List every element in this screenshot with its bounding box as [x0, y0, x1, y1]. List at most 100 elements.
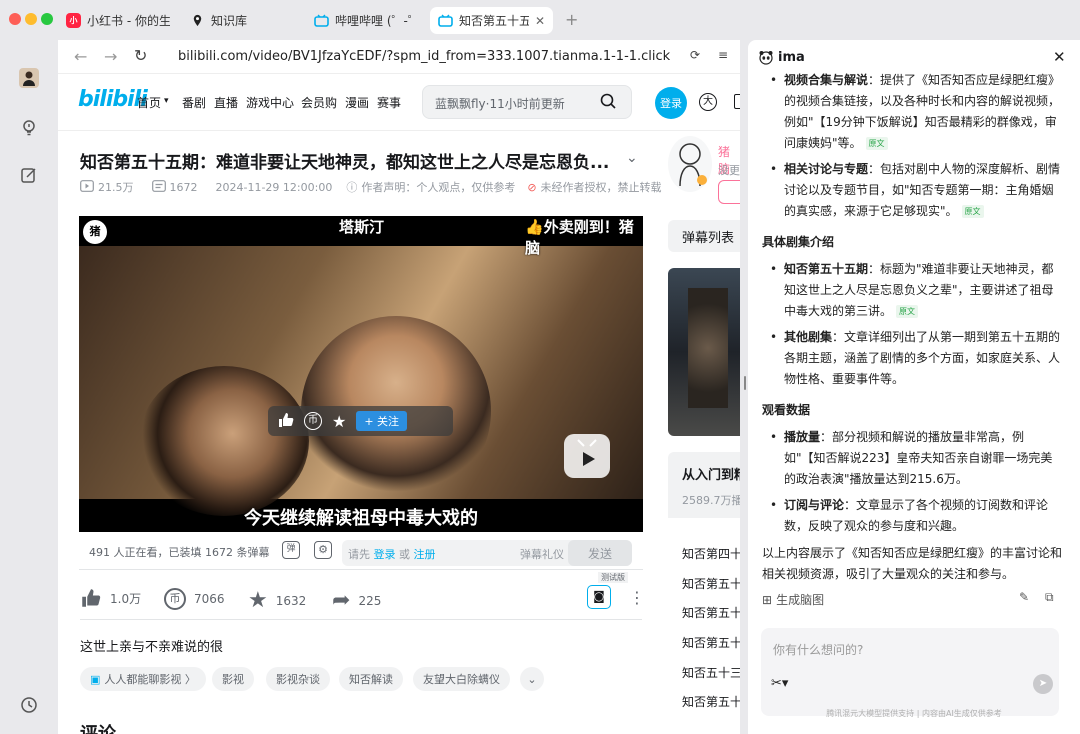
danmaku-list-toggle[interactable]: 弹幕列表: [668, 220, 740, 252]
ai-assistant-icon[interactable]: ◙: [587, 585, 611, 609]
episode-item[interactable]: 知否五十三: [682, 664, 740, 681]
window-titlebar: 小 小红书 - 你的生活指南 知识库 哔哩哔哩 (゜-゜)つロ 知否第五十五期 …: [0, 0, 1080, 40]
nav-mall[interactable]: 会员购: [301, 94, 337, 111]
series-card[interactable]: 从入门到精通 2589.7万播: [668, 452, 740, 518]
nav-manga[interactable]: 漫画: [345, 94, 369, 111]
tag-label: 影视杂谈: [276, 673, 320, 686]
zoom-window-button[interactable]: [41, 13, 53, 25]
refresh-sync-icon[interactable]: ⟳: [690, 48, 700, 62]
tab-knowledge-base[interactable]: 知识库: [182, 7, 302, 34]
favorite-count: 1632: [275, 593, 307, 608]
tag[interactable]: 影视: [212, 667, 254, 691]
divider: [80, 619, 642, 620]
close-window-button[interactable]: [9, 13, 21, 25]
new-tab-button[interactable]: +: [565, 10, 578, 29]
follow-button[interactable]: + 关注: [356, 411, 408, 431]
author-statement: 作者声明：个人观点，仅供参考: [361, 181, 516, 194]
scissors-icon[interactable]: ✂▾: [771, 676, 788, 691]
star-icon[interactable]: ★: [332, 412, 346, 431]
close-panel-icon[interactable]: ✕: [1053, 48, 1066, 66]
close-tab-icon[interactable]: ✕: [535, 14, 545, 28]
nav-live[interactable]: 直播: [214, 94, 238, 111]
episode-item[interactable]: 知否第五十: [682, 693, 740, 710]
copy-icon[interactable]: ⧉: [1045, 590, 1054, 605]
nav-game-center[interactable]: 游戏中心: [246, 94, 294, 111]
nav-bangumi[interactable]: 番剧: [182, 94, 206, 111]
video-player[interactable]: 猪 塔斯汀 👍外卖刚到！猪脑 币 ★ + 关注 今天继续解读祖母中毒大戏的: [79, 216, 643, 532]
edit-icon[interactable]: ✎: [1019, 590, 1029, 604]
coin-icon[interactable]: 币: [304, 412, 322, 430]
bilibili-tv-play-icon[interactable]: [564, 434, 610, 478]
tab-bilibili-home[interactable]: 哔哩哔哩 (゜-゜)つロ: [306, 7, 426, 34]
episode-item[interactable]: 知否第四十: [682, 545, 740, 562]
video-description: 这世上亲与不亲难说的很: [80, 640, 224, 655]
chevron-down-icon[interactable]: ▾: [164, 96, 169, 106]
lightbulb-icon[interactable]: [19, 118, 39, 138]
ad-thumbnail[interactable]: [668, 268, 740, 436]
tab-label: 哔哩哔哩 (゜-゜)つロ: [335, 14, 418, 28]
episode-item[interactable]: 知否第五十: [682, 604, 740, 621]
hint-text: 请先: [348, 548, 370, 561]
bullet-label: 知否第五十五期: [784, 262, 869, 276]
publish-date: 2024-11-29 12:00:00: [215, 180, 333, 194]
nav-home[interactable]: 首页: [137, 94, 161, 111]
like-count: 1.0万: [110, 591, 142, 606]
browser-viewport: ← → ↻ bilibili.com/video/BV1JfzaYcEDF/?s…: [58, 40, 740, 734]
url-field[interactable]: bilibili.com/video/BV1JfzaYcEDF/?spm_id_…: [178, 49, 670, 64]
favorite-action[interactable]: ★ 1632: [248, 588, 306, 613]
ima-question-input[interactable]: 你有什么想问的? ✂▾ ➤: [761, 628, 1059, 716]
source-tag[interactable]: 原文: [896, 305, 919, 318]
tag-label: 影视: [222, 673, 244, 686]
episode-item[interactable]: 知否第五十: [682, 575, 740, 592]
episode-item[interactable]: 知否第五十: [682, 634, 740, 651]
chevron-down-icon[interactable]: ⌄: [626, 150, 638, 166]
tab-xiaohongshu[interactable]: 小 小红书 - 你的生活指南: [58, 7, 178, 34]
tag[interactable]: 影视杂谈: [266, 667, 330, 691]
reader-mode-icon[interactable]: ≡: [718, 48, 728, 62]
answer-bullet: 视频合集与解说：提供了《知否知否应是绿肥红瘦》的视频合集链接，以及各种时长和内容…: [762, 70, 1062, 154]
like-action[interactable]: 1.0万: [80, 588, 141, 608]
mindmap-icon: ⊞: [762, 592, 773, 607]
history-clock-icon[interactable]: [19, 695, 39, 715]
danmaku-text: 👍外卖刚到！猪脑: [525, 216, 643, 258]
minimize-window-button[interactable]: [25, 13, 37, 25]
login-button[interactable]: 登录: [655, 87, 687, 119]
charge-button[interactable]: [718, 180, 740, 204]
answer-summary: 以上内容展示了《知否知否应是绿肥红瘦》的丰富讨论和相关视频资源，吸引了大量观众的…: [762, 546, 1063, 581]
danmaku-toggle-icon[interactable]: 弹: [282, 541, 300, 559]
star-icon: ★: [248, 588, 268, 613]
search-icon[interactable]: [599, 92, 617, 113]
edit-note-icon[interactable]: [19, 165, 39, 185]
like-icon[interactable]: [278, 412, 294, 431]
search-input[interactable]: 蓝飘飘fly·11小时前更新: [422, 85, 632, 119]
resize-handle[interactable]: [744, 376, 746, 390]
avatar[interactable]: [19, 68, 39, 88]
register-link[interactable]: 注册: [414, 548, 436, 561]
source-tag[interactable]: 原文: [961, 205, 984, 218]
forward-arrow-icon[interactable]: →: [104, 47, 117, 66]
expand-tags-button[interactable]: ⌄: [520, 667, 544, 691]
tag[interactable]: 友望大白除螨仪: [413, 667, 510, 691]
danmaku-settings-icon[interactable]: ⚙: [314, 541, 332, 559]
login-link[interactable]: 登录: [374, 548, 396, 561]
send-danmaku-button[interactable]: 发送: [568, 540, 632, 566]
membership-icon[interactable]: 大: [699, 93, 717, 111]
back-arrow-icon[interactable]: ←: [74, 47, 87, 66]
source-tag[interactable]: 原文: [865, 137, 888, 150]
tag[interactable]: 知否解读: [339, 667, 403, 691]
up-avatar[interactable]: [668, 136, 712, 192]
tag-channel[interactable]: ▣ 人人都能聊影视 〉: [80, 667, 206, 691]
video-title: 知否第五十五期：难道非要让天地神灵，都知这世上之人尽是忘恩负...: [80, 153, 610, 173]
online-count: 491 人正在看，已装填 1672 条弹幕: [89, 546, 270, 559]
ima-panda-icon: [758, 49, 774, 68]
coin-action[interactable]: 币 7066: [164, 588, 225, 610]
send-icon[interactable]: ➤: [1033, 674, 1053, 694]
share-action[interactable]: ➦ 225: [332, 588, 381, 613]
danmaku-text: 塔斯汀: [339, 218, 385, 236]
reload-icon[interactable]: ↻: [134, 46, 147, 65]
message-icon[interactable]: [734, 94, 740, 109]
more-options-icon[interactable]: ⋮: [629, 588, 645, 607]
tab-current-video[interactable]: 知否第五十五期 ✕: [430, 7, 553, 34]
nav-esports[interactable]: 赛事: [377, 94, 401, 111]
generate-mindmap-button[interactable]: ⊞ 生成脑图: [762, 591, 824, 608]
